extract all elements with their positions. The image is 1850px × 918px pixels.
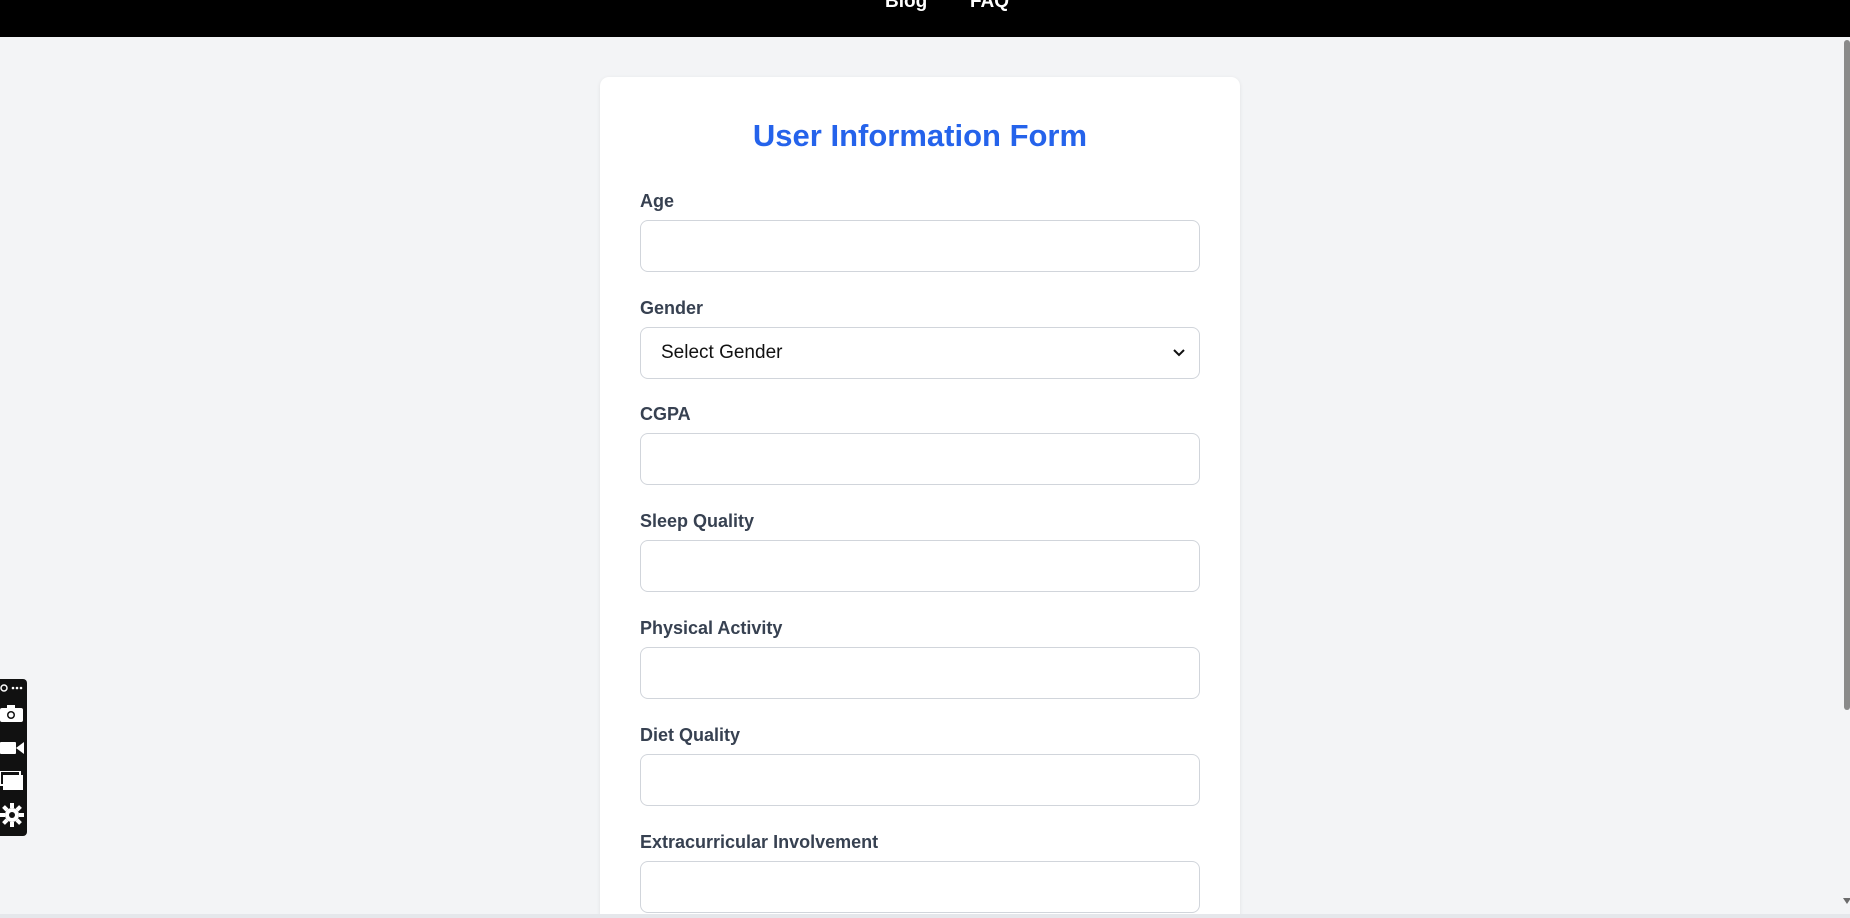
gender-select-value: Select Gender [661,342,783,363]
top-nav-bar: Blog FAQ [0,0,1850,37]
diet-quality-field-group: Diet Quality [640,724,1200,806]
age-label: Age [640,191,675,211]
nav-link-blog[interactable]: Blog [885,0,927,13]
cgpa-field-group: CGPA [640,403,1200,485]
sleep-quality-label: Sleep Quality [640,511,755,531]
form-card: User Information Form Age Gender Select … [600,77,1240,918]
cgpa-input[interactable] [640,433,1200,485]
diet-quality-label: Diet Quality [640,725,741,745]
window-button[interactable] [0,767,27,795]
physical-activity-field-group: Physical Activity [640,617,1200,699]
screen-capture-toolbar [0,679,27,836]
chevron-down-icon [1173,349,1185,357]
settings-button[interactable] [0,800,27,830]
bottom-edge [0,914,1850,918]
video-icon [0,742,24,754]
cgpa-label: CGPA [640,404,691,424]
video-button[interactable] [0,734,27,762]
extracurricular-field-group: Extracurricular Involvement [640,831,1200,913]
gender-field-group: Gender Select Gender [640,297,1200,379]
sleep-quality-input[interactable] [640,540,1200,592]
toolbar-header [0,681,27,695]
camera-button[interactable] [0,700,27,728]
camera-icon [0,705,23,722]
sleep-quality-field-group: Sleep Quality [640,510,1200,592]
age-field-group: Age [640,190,1200,272]
window-icon [0,771,23,790]
scrollbar-thumb[interactable] [1844,40,1850,710]
scroll-down-arrow-icon[interactable] [1843,898,1850,904]
gear-icon [0,803,24,827]
form-title: User Information Form [752,118,1088,153]
diet-quality-input[interactable] [640,754,1200,806]
age-input[interactable] [640,220,1200,272]
gender-select[interactable]: Select Gender [640,327,1200,379]
extracurricular-input[interactable] [640,861,1200,913]
physical-activity-input[interactable] [640,647,1200,699]
gender-label: Gender [640,298,704,318]
link-icon[interactable] [0,681,27,695]
nav-link-faq[interactable]: FAQ [970,0,1009,13]
extracurricular-label: Extracurricular Involvement [640,832,879,852]
physical-activity-label: Physical Activity [640,618,783,638]
